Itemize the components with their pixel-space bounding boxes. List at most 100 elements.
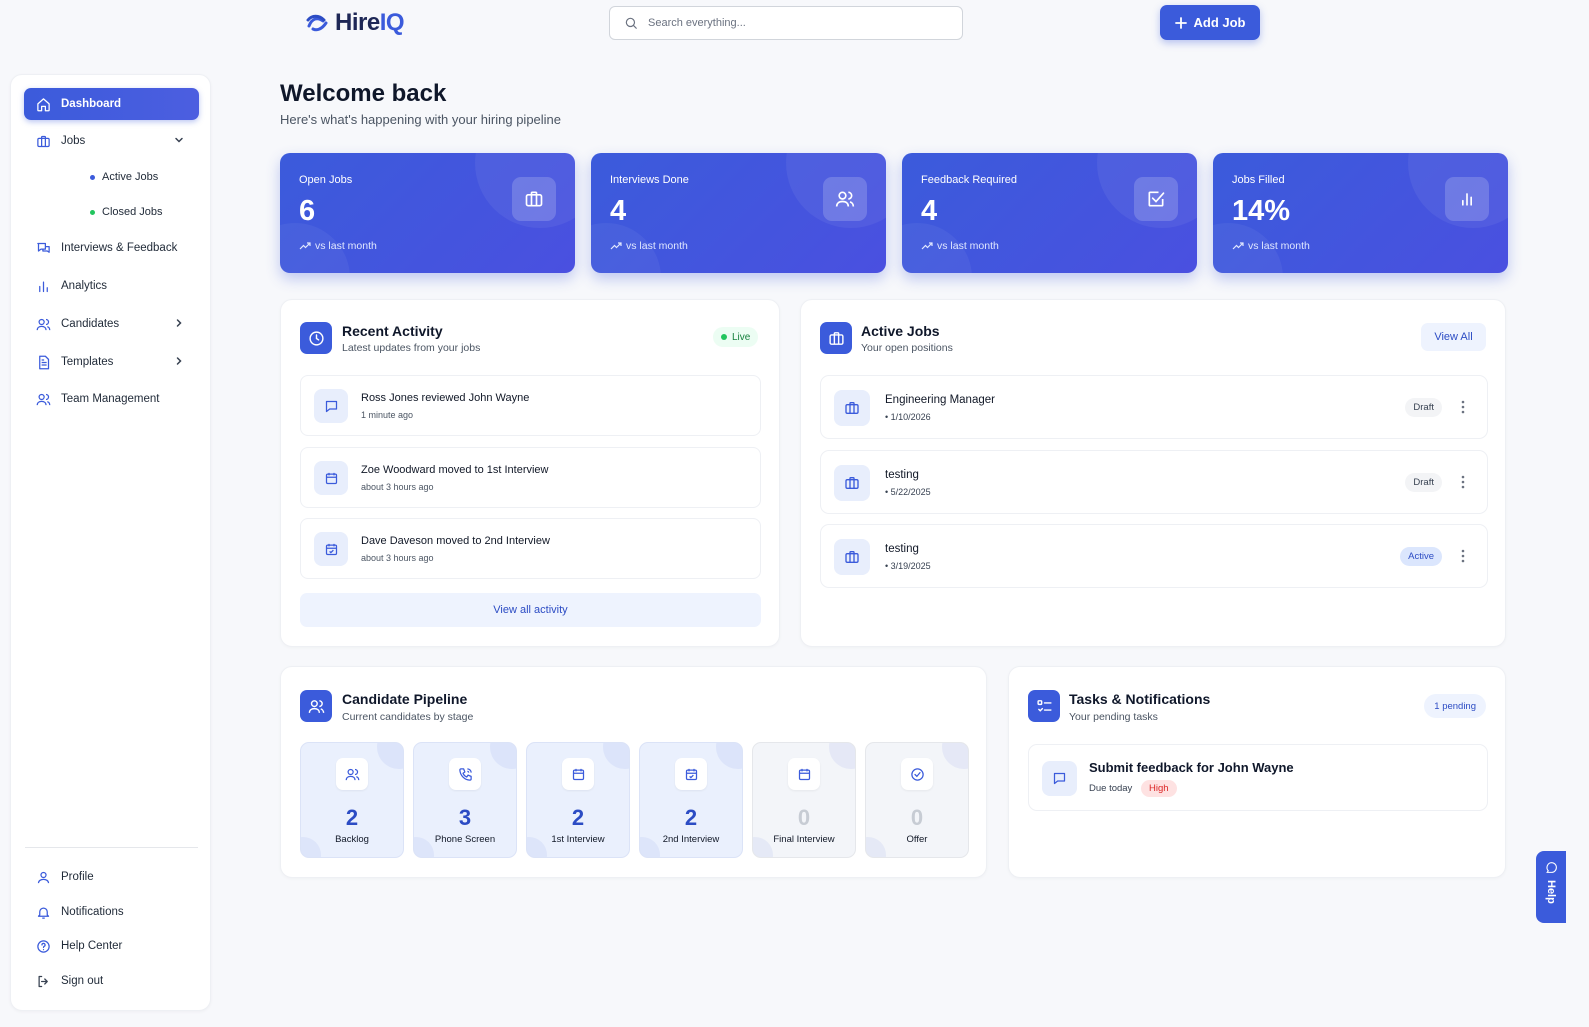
sidebar-item-label: Sign out	[61, 975, 104, 987]
help-tab-button[interactable]: Help	[1536, 851, 1566, 923]
sidebar-item-sign-out[interactable]: Sign out	[24, 965, 199, 997]
stat-label: Jobs Filled	[1232, 174, 1285, 186]
sidebar-subitem-active-jobs[interactable]: Active Jobs	[90, 171, 158, 183]
stat-value: 14%	[1232, 195, 1291, 227]
sidebar-item-candidates[interactable]: Candidates	[24, 308, 199, 340]
job-date: • 3/19/2025	[885, 561, 931, 571]
sidebar-subitem-closed-jobs[interactable]: Closed Jobs	[90, 206, 163, 218]
sidebar-item-notifications[interactable]: Notifications	[24, 896, 199, 928]
add-job-button[interactable]: Add Job	[1160, 5, 1260, 40]
document-icon	[39, 355, 50, 369]
search-bar[interactable]	[609, 6, 963, 40]
search-input[interactable]	[648, 17, 928, 29]
checklist-icon	[1028, 690, 1060, 722]
sidebar-item-label: Profile	[61, 871, 94, 883]
trending-up-icon	[299, 242, 311, 250]
pending-badge: 1 pending	[1424, 694, 1486, 718]
help-circle-icon	[37, 939, 50, 953]
job-row[interactable]: testing • 5/22/2025 Draft	[820, 450, 1488, 514]
panel-title: Tasks & Notifications	[1069, 691, 1211, 707]
status-badge: Draft	[1405, 473, 1442, 492]
chevron-right-icon[interactable]	[173, 355, 185, 367]
users-icon	[36, 318, 51, 330]
sidebar-item-label: Dashboard	[61, 98, 122, 110]
pipeline-stage-1st-interview[interactable]: 2 1st Interview	[526, 742, 630, 858]
activity-item[interactable]: Dave Daveson moved to 2nd Interview abou…	[300, 518, 761, 579]
calendar-check-icon	[314, 532, 348, 566]
activity-item[interactable]: Ross Jones reviewed John Wayne 1 minute …	[300, 375, 761, 436]
task-due: Due today	[1089, 783, 1133, 794]
pipeline-stage-final-interview[interactable]: 0 Final Interview	[752, 742, 856, 858]
stat-card-open-jobs[interactable]: Open Jobs 6 vs last month	[280, 153, 575, 273]
priority-badge: High	[1141, 780, 1177, 797]
stat-value: 4	[610, 195, 627, 227]
stage-label: Offer	[906, 834, 928, 845]
stat-trend: vs last month	[610, 240, 688, 252]
pipeline-stage-backlog[interactable]: 2 Backlog	[300, 742, 404, 858]
stat-card-interviews-done[interactable]: Interviews Done 4 vs last month	[591, 153, 886, 273]
job-title: testing	[885, 469, 919, 481]
sidebar-divider	[25, 847, 198, 848]
chat-bubble-icon	[1545, 862, 1557, 873]
sidebar: Dashboard Jobs Active Jobs Closed Jobs I…	[10, 74, 211, 1011]
stat-value: 4	[921, 195, 938, 227]
pipeline-stage-phone-screen[interactable]: 3 Phone Screen	[413, 742, 517, 858]
users-icon	[823, 177, 867, 221]
panel-subtitle: Latest updates from your jobs	[342, 342, 481, 354]
stat-trend: vs last month	[299, 240, 377, 252]
phone-icon	[449, 758, 481, 790]
view-all-jobs-button[interactable]: View All	[1421, 323, 1486, 351]
briefcase-icon	[834, 539, 870, 575]
activity-item[interactable]: Zoe Woodward moved to 1st Interview abou…	[300, 447, 761, 508]
stage-count: 3	[458, 805, 472, 830]
view-all-activity-button[interactable]: View all activity	[300, 593, 761, 627]
job-date: • 5/22/2025	[885, 487, 931, 497]
live-badge: Live	[713, 327, 759, 347]
briefcase-icon	[834, 390, 870, 426]
activity-time: 1 minute ago	[361, 410, 414, 420]
job-row[interactable]: Engineering Manager • 1/10/2026 Draft	[820, 375, 1488, 439]
sidebar-item-profile[interactable]: Profile	[24, 861, 199, 893]
stat-trend: vs last month	[921, 240, 999, 252]
chevron-right-icon[interactable]	[173, 317, 185, 329]
sidebar-item-label: Team Management	[61, 393, 160, 405]
sidebar-item-team-management[interactable]: Team Management	[24, 383, 199, 415]
sidebar-item-help-center[interactable]: Help Center	[24, 930, 199, 962]
job-date: • 1/10/2026	[885, 412, 931, 422]
pipeline-stage-2nd-interview[interactable]: 2 2nd Interview	[639, 742, 743, 858]
calendar-icon	[788, 758, 820, 790]
stage-count: 2	[571, 805, 585, 830]
more-vertical-icon[interactable]	[1461, 475, 1465, 489]
more-vertical-icon[interactable]	[1461, 400, 1465, 414]
home-icon	[37, 97, 50, 111]
sidebar-item-label: Jobs	[61, 135, 86, 147]
sidebar-item-interviews[interactable]: Interviews & Feedback	[24, 232, 199, 264]
sidebar-item-dashboard[interactable]: Dashboard	[24, 88, 199, 120]
clock-icon	[300, 322, 332, 354]
stat-card-jobs-filled[interactable]: Jobs Filled 14% vs last month	[1213, 153, 1508, 273]
trending-up-icon	[1232, 242, 1244, 250]
status-dot	[90, 209, 95, 215]
briefcase-icon	[37, 135, 50, 147]
logo-mark-icon	[306, 14, 328, 32]
job-title: testing	[885, 543, 919, 555]
job-row[interactable]: testing • 3/19/2025 Active	[820, 524, 1488, 588]
chevron-down-icon[interactable]	[173, 134, 185, 146]
sidebar-item-analytics[interactable]: Analytics	[24, 270, 199, 302]
page-title: Welcome back	[280, 80, 447, 107]
stage-count: 0	[910, 805, 924, 830]
panel-subtitle: Your open positions	[861, 342, 953, 354]
stat-card-feedback-required[interactable]: Feedback Required 4 vs last month	[902, 153, 1197, 273]
sidebar-item-label: Help Center	[61, 940, 123, 952]
status-dot	[90, 174, 95, 180]
users-icon	[300, 690, 332, 722]
check-square-icon	[1134, 177, 1178, 221]
brand-logo[interactable]: HireIQ	[305, 9, 405, 37]
sidebar-item-templates[interactable]: Templates	[24, 346, 199, 378]
message-icon	[314, 389, 348, 423]
sidebar-item-jobs[interactable]: Jobs	[24, 125, 199, 157]
task-item[interactable]: Submit feedback for John Wayne Due today…	[1028, 744, 1488, 811]
pipeline-stage-offer[interactable]: 0 Offer	[865, 742, 969, 858]
more-vertical-icon[interactable]	[1461, 549, 1465, 563]
activity-text: Ross Jones reviewed John Wayne	[361, 392, 530, 404]
